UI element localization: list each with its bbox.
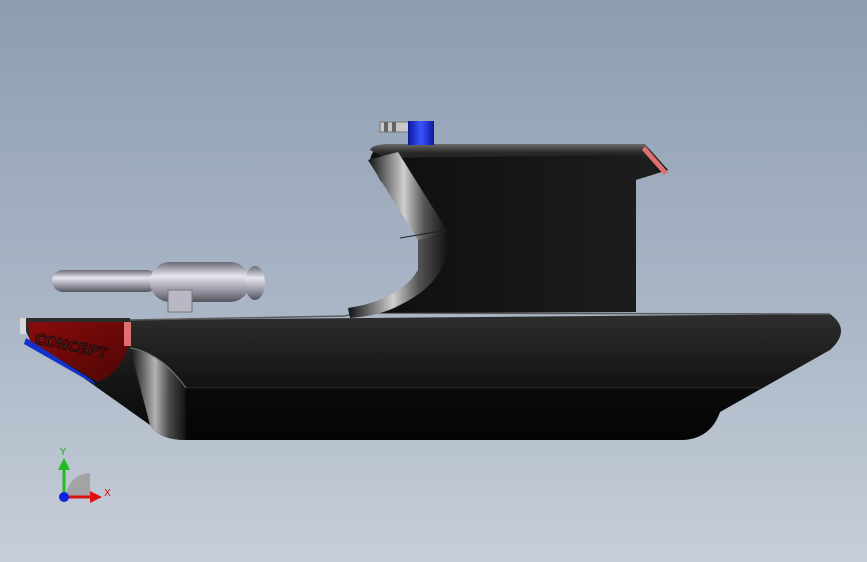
z-axis-dot-icon [59,492,69,502]
cylinder-mount [167,289,193,313]
x-axis-arrow-icon [90,491,102,503]
model-canvas[interactable]: CONCEPT Y X [0,0,867,562]
roof-knob[interactable] [379,121,434,145]
y-axis-label: Y [59,447,67,458]
bow-accent [124,322,131,346]
axis-triad: Y X [58,447,111,503]
y-axis-arrow-icon [58,458,70,470]
x-axis-label: X [104,488,111,499]
bow-tip [20,318,26,334]
3d-viewport[interactable]: CONCEPT Y X [0,0,867,562]
deck-cylinder[interactable] [52,262,265,313]
